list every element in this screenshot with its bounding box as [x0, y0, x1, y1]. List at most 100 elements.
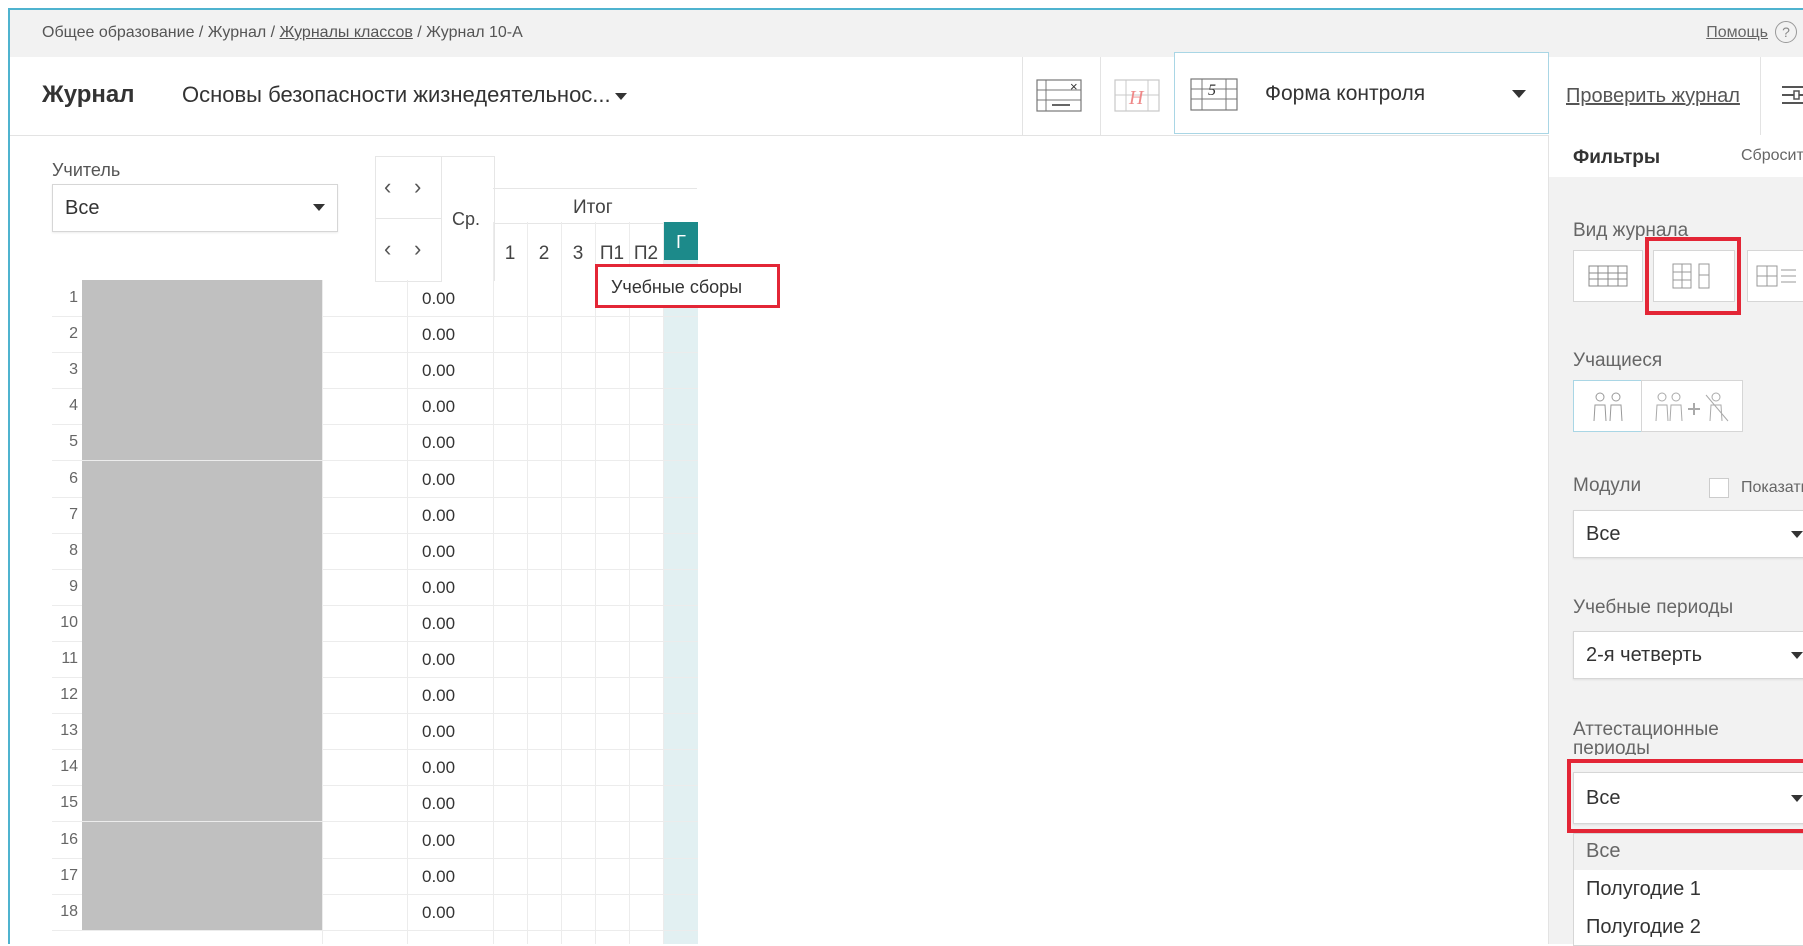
divider — [1760, 57, 1761, 135]
student-name-redacted — [82, 677, 322, 714]
table-row[interactable]: 3 0.00 — [52, 352, 698, 390]
chevron-left-icon[interactable]: ‹ — [384, 174, 391, 200]
table-row[interactable]: 17 0.00 — [52, 857, 698, 895]
chevron-left-icon[interactable]: ‹ — [384, 236, 391, 262]
row-number: 5 — [69, 433, 78, 451]
period-nav: ‹ › — [375, 156, 442, 220]
dropdown-option[interactable]: Полугодие 1 — [1586, 878, 1701, 901]
reset-filters-link[interactable]: Сбросить — [1741, 147, 1803, 165]
row-average: 0.00 — [422, 577, 456, 597]
table-row[interactable]: 14 0.00 — [52, 749, 698, 787]
students-all-button[interactable] — [1641, 380, 1743, 432]
table-row[interactable]: 4 0.00 — [52, 388, 698, 426]
settings-sliders-icon[interactable] — [1782, 79, 1803, 111]
table-row[interactable]: 6 0.00 — [52, 460, 698, 498]
modules-select-value: Все — [1586, 523, 1621, 545]
table-row[interactable]: 18 0.00 — [52, 893, 698, 931]
date-nav: ‹ › — [375, 218, 442, 282]
absence-mark-icon[interactable]: H — [1114, 79, 1162, 113]
modules-label: Модули — [1573, 475, 1642, 496]
page-title: Журнал — [42, 81, 135, 108]
students-plus-dropped-icon — [1655, 392, 1729, 422]
row-average: 0.00 — [422, 361, 456, 381]
teacher-select[interactable]: Все — [52, 184, 338, 232]
table-row[interactable]: 9 0.00 — [52, 568, 698, 606]
student-name-redacted — [82, 496, 322, 533]
filters-title: Фильтры — [1573, 147, 1661, 168]
breadcrumb-bar: Общее образование / Журнал / Журналы кла… — [10, 10, 1803, 57]
students-current-button[interactable] — [1573, 380, 1643, 432]
svg-text:×: × — [1070, 79, 1078, 94]
row-average: 0.00 — [422, 866, 456, 886]
row-average: 0.00 — [422, 541, 456, 561]
student-name-redacted — [82, 821, 322, 858]
row-average: 0.00 — [422, 722, 456, 742]
check-journal-link[interactable]: Проверить журнал — [1566, 85, 1740, 108]
table-row[interactable]: 7 0.00 — [52, 496, 698, 534]
student-name-redacted — [82, 641, 322, 677]
row-average: 0.00 — [422, 289, 456, 308]
row-number: 18 — [60, 902, 78, 920]
col-header[interactable]: П1 — [595, 243, 629, 265]
help-link[interactable]: Помощь — [1706, 24, 1768, 42]
control-form-select[interactable]: 5 Форма контроля — [1174, 52, 1549, 134]
table-row[interactable]: 2 0.00 — [52, 316, 698, 354]
table-row[interactable]: 13 0.00 — [52, 713, 698, 751]
filters-panel: Фильтры Сбросить Вид журнала Учащиеся — [1548, 135, 1803, 946]
journal-header: Журнал Основы безопасности жизнедеятельн… — [10, 52, 1803, 136]
dropdown-option[interactable]: Полугодие 2 — [1586, 916, 1701, 939]
chevron-right-icon[interactable]: › — [414, 236, 421, 262]
row-average: 0.00 — [422, 397, 456, 417]
row-average: 0.00 — [422, 686, 456, 706]
modules-select[interactable]: Все — [1573, 510, 1803, 558]
chevron-down-icon — [614, 92, 627, 100]
row-number: 9 — [69, 577, 78, 595]
col-header-year[interactable]: Г — [664, 222, 698, 260]
view-grid-button[interactable] — [1573, 250, 1643, 302]
dropdown-option[interactable]: Все — [1586, 840, 1620, 863]
table-row[interactable]: 15 0.00 — [52, 785, 698, 823]
student-name-redacted — [82, 316, 322, 353]
row-number: 16 — [60, 830, 78, 848]
breadcrumb-path: Общее образование / Журнал / — [42, 24, 280, 41]
col-header[interactable]: 1 — [493, 243, 527, 265]
row-number: 4 — [69, 397, 78, 415]
clear-grades-icon[interactable]: × — [1036, 79, 1084, 113]
row-average: 0.00 — [422, 325, 456, 345]
total-header-cell: Итог — [493, 188, 697, 224]
col-header[interactable]: 2 — [527, 243, 561, 265]
breadcrumb-link-class-journals[interactable]: Журналы классов — [280, 24, 413, 41]
help-icon[interactable]: ? — [1775, 21, 1797, 43]
row-average: 0.00 — [422, 650, 456, 669]
student-name-redacted — [82, 280, 322, 316]
student-name-redacted — [82, 424, 322, 461]
col-header[interactable]: 3 — [561, 243, 595, 265]
table-row[interactable]: 12 0.00 — [52, 677, 698, 715]
students-icon — [1593, 392, 1623, 422]
student-name-redacted — [82, 532, 322, 569]
subject-label: Основы безопасности жизнедеятельнос... — [182, 82, 611, 107]
view-list-button[interactable] — [1747, 250, 1803, 302]
attestation-periods-label: Аттестационные периоды — [1573, 720, 1719, 755]
table-row[interactable]: 8 0.00 — [52, 532, 698, 570]
study-periods-select[interactable]: 2-я четверть — [1573, 631, 1803, 679]
row-average: 0.00 — [422, 830, 456, 850]
table-row[interactable]: 16 0.00 — [52, 821, 698, 859]
svg-text:5: 5 — [1208, 82, 1216, 99]
row-average: 0.00 — [422, 794, 456, 814]
total-header: Итог — [573, 197, 613, 218]
row-number: 8 — [69, 541, 78, 559]
chevron-down-icon — [1512, 90, 1526, 98]
table-row[interactable]: 5 0.00 — [52, 424, 698, 462]
highlight-frame — [1567, 759, 1803, 833]
student-name-redacted — [82, 568, 322, 605]
chevron-down-icon — [1791, 652, 1803, 659]
col-header[interactable]: П2 — [629, 243, 663, 265]
chevron-right-icon[interactable]: › — [414, 174, 421, 200]
row-number: 15 — [60, 794, 78, 812]
table-row[interactable]: 10 0.00 — [52, 604, 698, 642]
subject-select[interactable]: Основы безопасности жизнедеятельнос... — [182, 82, 627, 108]
show-modules-checkbox[interactable] — [1709, 478, 1729, 498]
table-row[interactable]: 11 0.00 — [52, 641, 698, 678]
column-tooltip: Учебные сборы — [595, 264, 780, 308]
